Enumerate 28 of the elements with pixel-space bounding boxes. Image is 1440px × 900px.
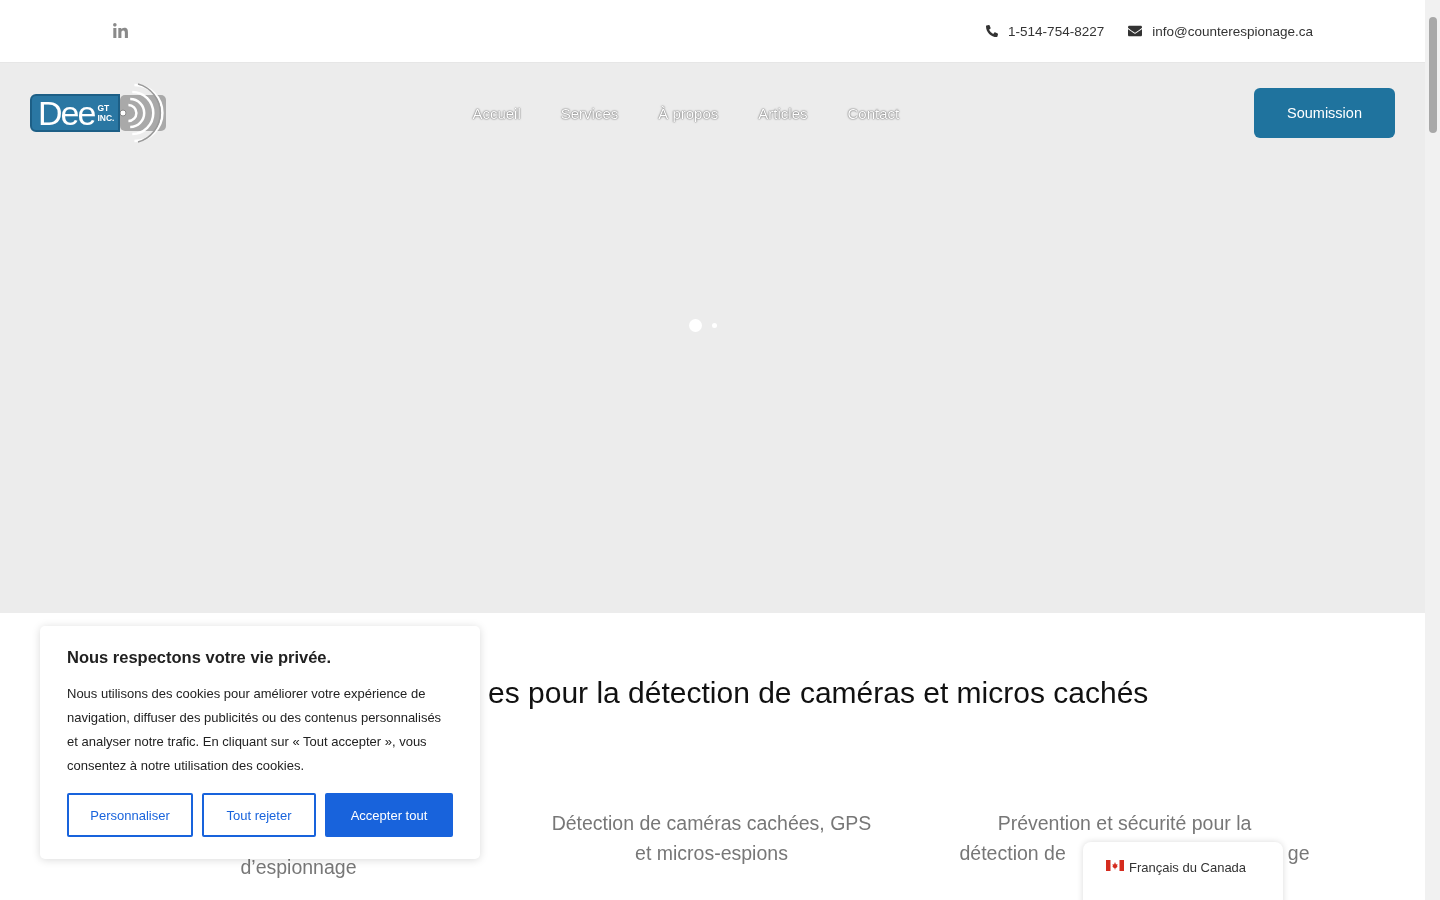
logo-wordmark: Dee bbox=[38, 96, 95, 130]
nav-link[interactable]: Services bbox=[560, 104, 619, 122]
email-address[interactable]: info@counterespionage.ca bbox=[1152, 23, 1313, 39]
service-title: ge bbox=[1287, 841, 1310, 866]
service-title: d’espionnage bbox=[240, 855, 357, 880]
nav-link[interactable]: Articles bbox=[758, 104, 808, 122]
linkedin-link[interactable] bbox=[112, 22, 129, 40]
logo-tagline: INC. bbox=[97, 113, 115, 123]
phone-icon bbox=[986, 25, 999, 37]
section-heading: es pour la détection de caméras et micros cachés bbox=[488, 676, 1150, 710]
nav-link[interactable]: Accueil bbox=[472, 104, 521, 122]
logo-tagline: GT bbox=[97, 103, 111, 113]
service-title: détection de bbox=[959, 841, 1066, 866]
language-switcher[interactable]: Français du Canada bbox=[1083, 842, 1283, 900]
service-title: Prévention et sécurité pour la bbox=[997, 811, 1252, 836]
nav-link[interactable]: Contact bbox=[847, 104, 900, 122]
service-title: et micros-espions bbox=[635, 841, 788, 866]
service-title: Détection de caméras cachées, GPS bbox=[551, 811, 872, 836]
envelope-icon bbox=[1128, 24, 1143, 38]
phone-number[interactable]: 1-514-754-8227 bbox=[1008, 23, 1105, 39]
cookie-button[interactable]: Tout rejeter bbox=[202, 793, 316, 837]
dialog-title: Nous respectons votre vie privée. bbox=[67, 648, 333, 667]
cookie-button[interactable]: Personnaliser bbox=[67, 793, 193, 837]
quote-button[interactable]: Soumission bbox=[1254, 88, 1395, 138]
cookie-button[interactable]: Accepter tout bbox=[325, 793, 453, 837]
nav-link[interactable]: À propos bbox=[658, 104, 719, 122]
dialog-text: Nous utilisons des cookies pour améliorer votre expérience de navigation, diffuser des publicités ou des contenus personnalisés et analyser notre trafic. En cliquant sur « Tout accepter », vous consentez à notre utilisation des cookies. bbox=[67, 685, 443, 775]
canada-flag-icon bbox=[1106, 860, 1124, 871]
